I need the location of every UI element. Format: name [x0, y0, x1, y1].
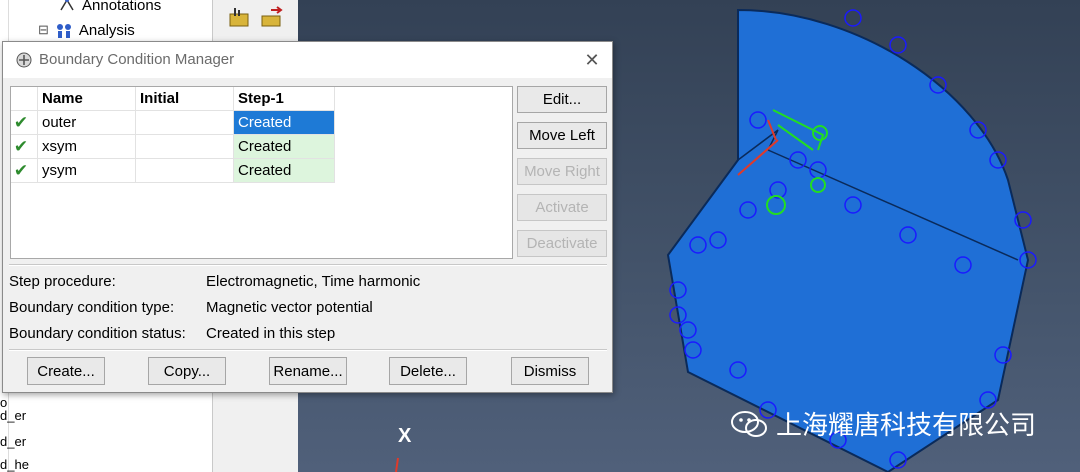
bc-create-tool-icon[interactable]: [227, 6, 251, 35]
tree-item-analysis[interactable]: ⊟ Analysis: [38, 19, 135, 41]
table-row-check-cell[interactable]: ✔: [11, 159, 38, 183]
tree-cut-label: d_he: [0, 457, 29, 472]
view-axis-label: X: [398, 425, 412, 447]
close-button[interactable]: ✕: [581, 49, 603, 71]
step-procedure-label: Step procedure:: [9, 273, 116, 290]
tree-item-label: Annotations: [82, 0, 162, 14]
checkmark-icon[interactable]: ✔: [11, 159, 31, 183]
dialog-title: Boundary Condition Manager: [39, 51, 235, 68]
bc-type-value: Magnetic vector potential: [206, 299, 373, 316]
bc-type-label: Boundary condition type:: [9, 299, 175, 316]
table-cell-name[interactable]: ysym: [38, 159, 136, 183]
deactivate-button[interactable]: Deactivate: [517, 230, 607, 257]
bc-table: Name Initial Step-1 ✔ outer Created ✔ xs…: [10, 86, 513, 259]
checkmark-icon[interactable]: ✔: [11, 135, 31, 159]
separator: [9, 264, 607, 266]
bc-status-label: Boundary condition status:: [9, 325, 186, 342]
move-right-button[interactable]: Move Right: [517, 158, 607, 185]
dismiss-button[interactable]: Dismiss: [511, 357, 589, 385]
separator: [9, 349, 607, 351]
table-header-check: [11, 87, 38, 111]
column-header-initial[interactable]: Initial: [136, 87, 234, 111]
collapse-icon[interactable]: ⊟: [38, 22, 49, 38]
activate-button[interactable]: Activate: [517, 194, 607, 221]
table-cell-name[interactable]: xsym: [38, 135, 136, 159]
table-cell-initial[interactable]: [136, 111, 234, 135]
tree-item-annotations[interactable]: Annotations: [58, 0, 161, 16]
table-cell-step1[interactable]: Created: [234, 111, 335, 135]
bc-status-value: Created in this step: [206, 325, 336, 342]
wechat-logo-icon: [730, 409, 768, 439]
abaqus-app-icon: [15, 51, 33, 69]
analysis-icon: [55, 22, 73, 38]
table-cell-initial[interactable]: [136, 159, 234, 183]
move-left-button[interactable]: Move Left: [517, 122, 607, 149]
column-header-step1[interactable]: Step-1: [234, 87, 335, 111]
bc-manager-tool-icon[interactable]: [259, 6, 285, 35]
annotations-icon: [58, 0, 76, 13]
create-button[interactable]: Create...: [27, 357, 105, 385]
delete-button[interactable]: Delete...: [389, 357, 467, 385]
table-cell-step1[interactable]: Created: [234, 135, 335, 159]
dialog-titlebar[interactable]: Boundary Condition Manager ✕: [3, 42, 612, 78]
edit-button[interactable]: Edit...: [517, 86, 607, 113]
rename-button[interactable]: Rename...: [269, 357, 347, 385]
table-cell-name[interactable]: outer: [38, 111, 136, 135]
table-cell-step1[interactable]: Created: [234, 159, 335, 183]
tree-cut-label: d_er: [0, 434, 27, 449]
column-header-name[interactable]: Name: [38, 87, 136, 111]
table-row-check-cell[interactable]: ✔: [11, 111, 38, 135]
tree-cut-label: d_er: [0, 408, 27, 423]
checkmark-icon[interactable]: ✔: [11, 111, 31, 135]
table-cell-initial[interactable]: [136, 135, 234, 159]
bc-manager-dialog: Boundary Condition Manager ✕ Name Initia…: [2, 41, 613, 393]
watermark: 上海耀唐科技有限公司: [730, 405, 1036, 442]
table-row-check-cell[interactable]: ✔: [11, 135, 38, 159]
tree-item-label: Analysis: [78, 21, 135, 39]
copy-button[interactable]: Copy...: [148, 357, 226, 385]
watermark-text: 上海耀唐科技有限公司: [776, 410, 1037, 440]
step-procedure-value: Electromagnetic, Time harmonic: [206, 273, 421, 290]
